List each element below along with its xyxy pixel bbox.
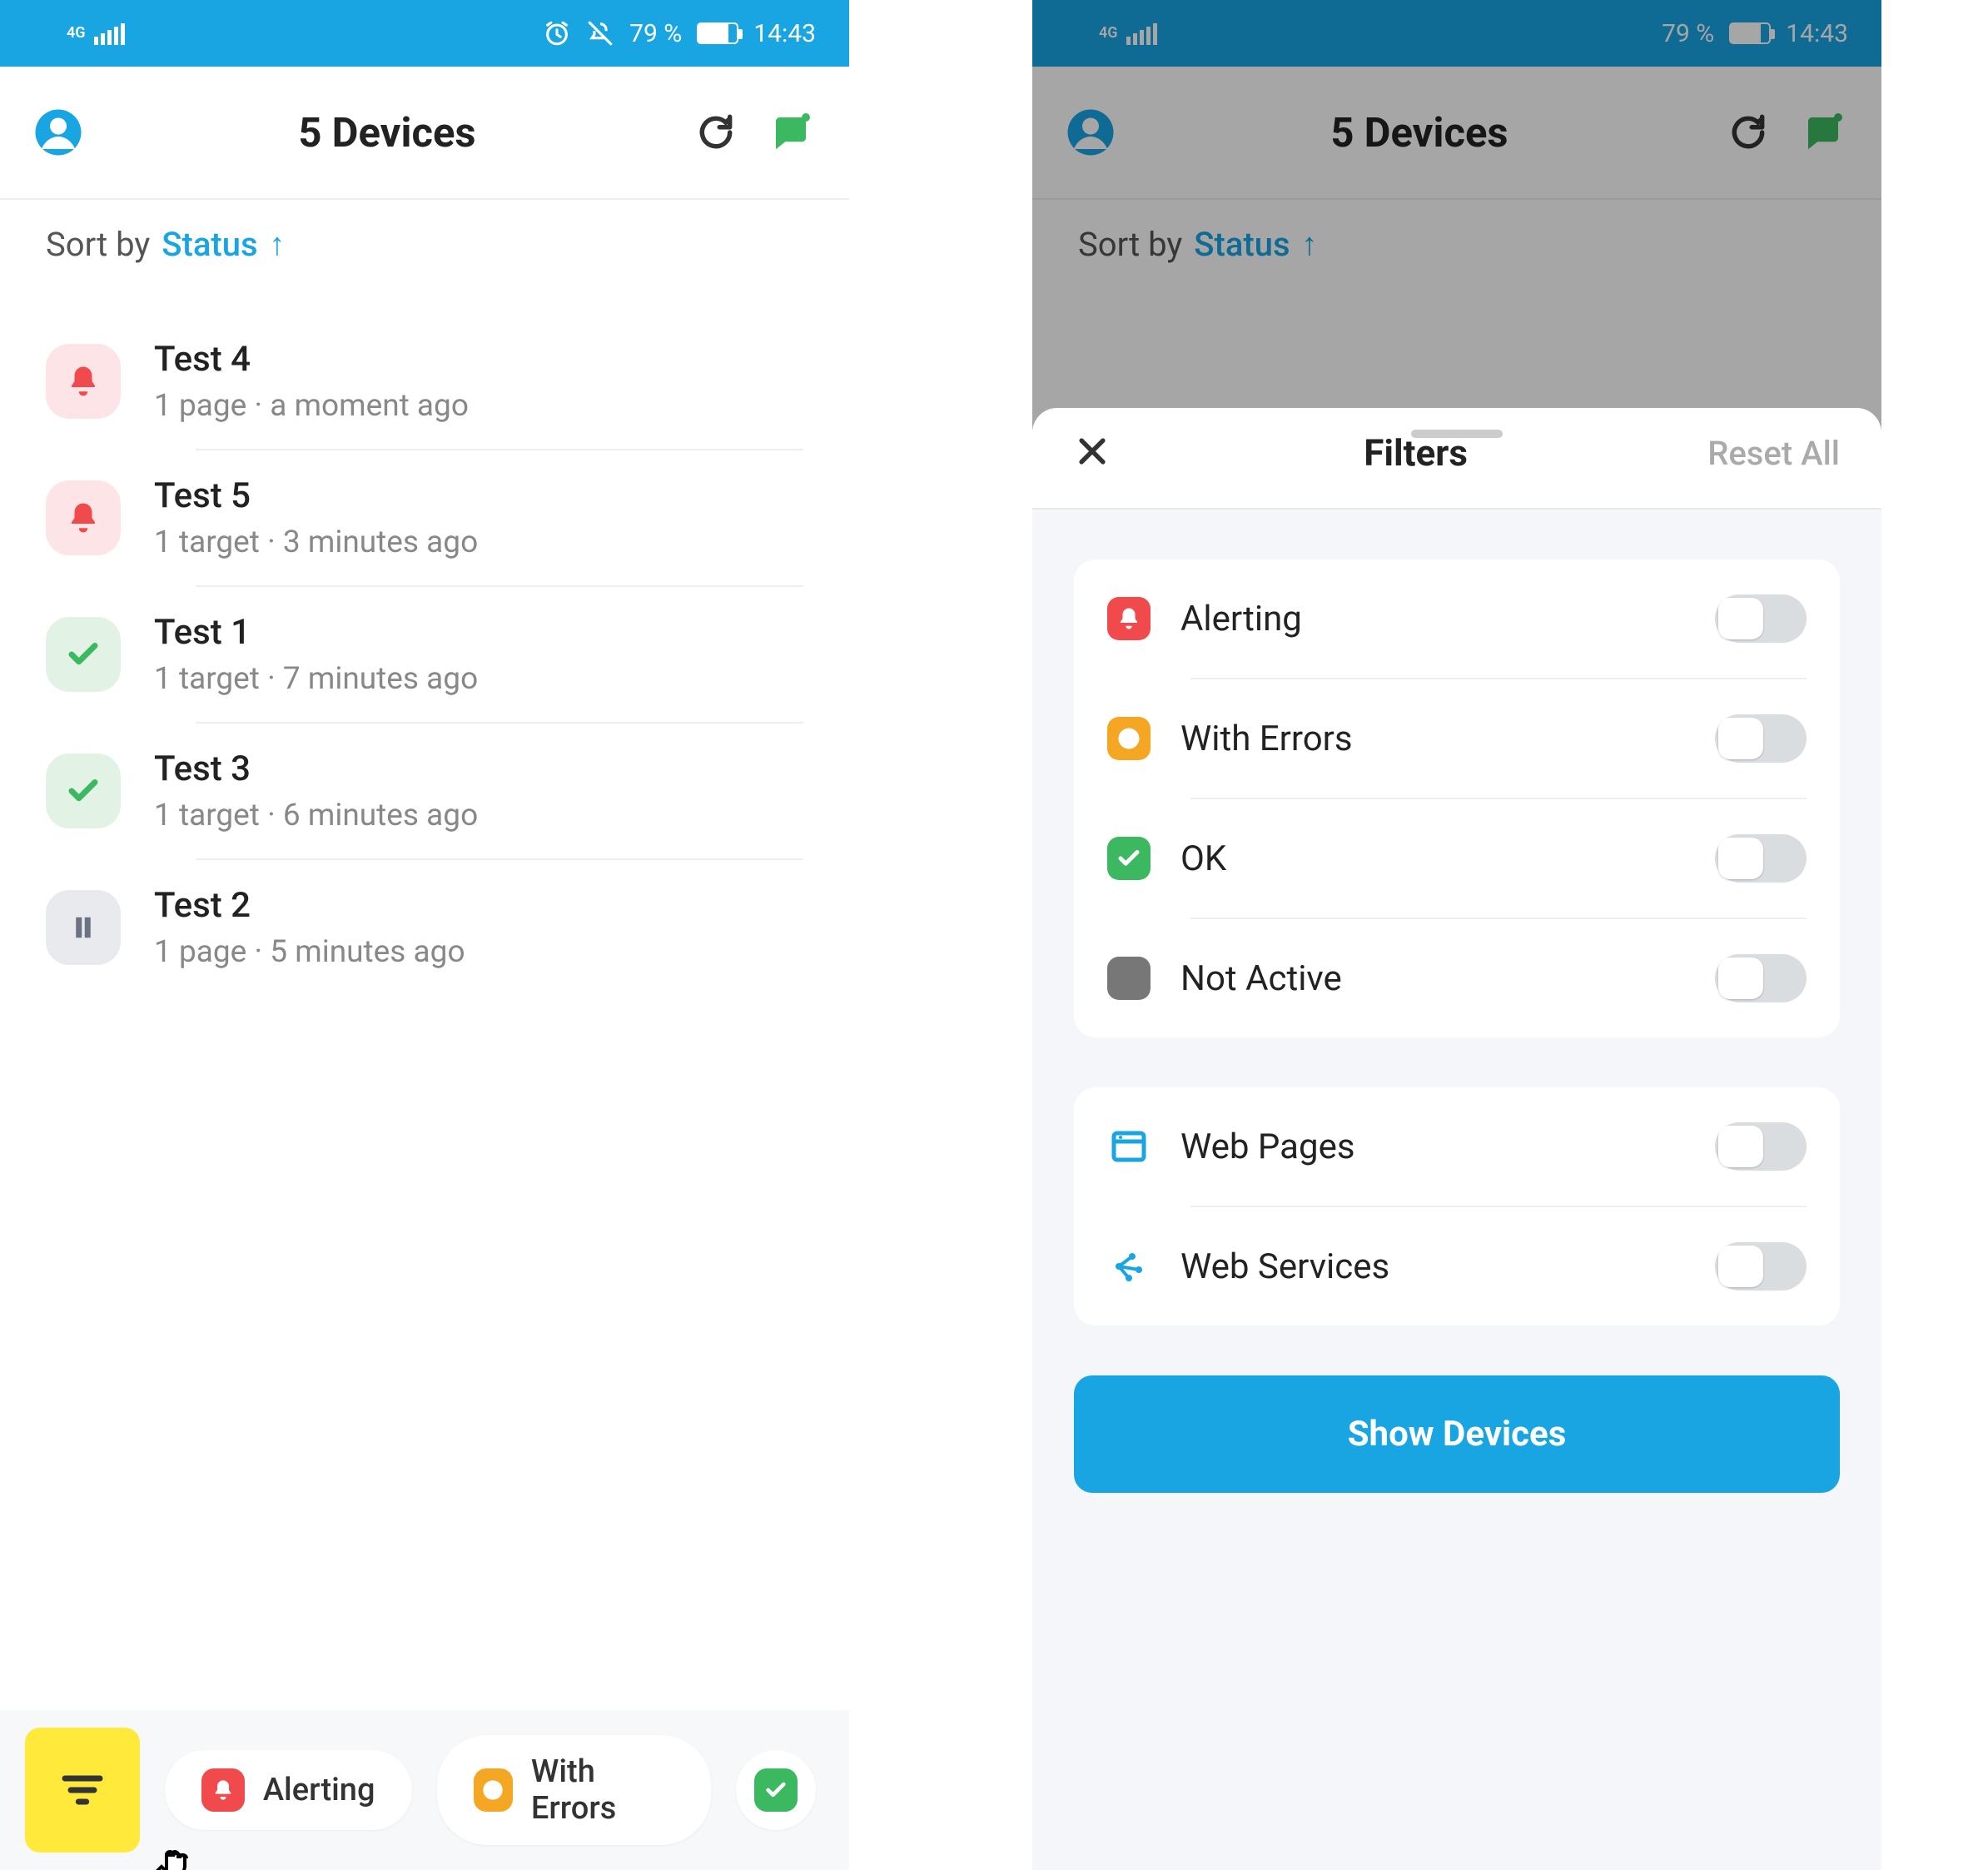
filter-row-notactive[interactable]: Not Active — [1107, 919, 1807, 1037]
filter-row-ok[interactable]: OK — [1107, 799, 1807, 918]
chat-button[interactable] — [766, 107, 816, 157]
filter-icon — [59, 1767, 106, 1813]
chip-ok[interactable] — [736, 1750, 816, 1830]
device-row[interactable]: Test 1 1 target · 7 minutes ago — [46, 587, 803, 722]
filter-label: Web Services — [1180, 1246, 1685, 1287]
device-name: Test 4 — [154, 339, 803, 380]
filter-button[interactable] — [25, 1728, 140, 1853]
device-name: Test 1 — [154, 612, 803, 653]
device-row[interactable]: Test 2 1 page · 5 minutes ago — [46, 860, 803, 995]
reset-all-button[interactable]: Reset All — [1707, 434, 1840, 473]
toggle[interactable] — [1715, 834, 1807, 883]
device-sub: 1 target · 7 minutes ago — [154, 661, 803, 697]
clock: 14:43 — [753, 19, 816, 48]
show-devices-button[interactable]: Show Devices — [1074, 1375, 1840, 1493]
device-sub: 1 target · 6 minutes ago — [154, 798, 803, 833]
pause-icon — [66, 910, 101, 945]
filter-label: OK — [1180, 838, 1685, 879]
show-card: Show Devices — [1074, 1375, 1840, 1493]
device-row[interactable]: Test 3 1 target · 6 minutes ago — [46, 724, 803, 858]
device-name: Test 2 — [154, 885, 803, 926]
page-title: 5 Devices — [83, 109, 691, 157]
sort-value: Status — [162, 225, 257, 264]
chip-errors[interactable]: With Errors — [437, 1735, 712, 1845]
check-icon — [66, 773, 101, 808]
drag-handle[interactable] — [1411, 430, 1503, 438]
bell-icon — [201, 1768, 245, 1812]
screen-filters-sheet: 4G 79 % 14:43 5 Devices Sort by Status ↑ — [1032, 0, 1881, 1870]
device-row[interactable]: Test 4 1 page · a moment ago — [46, 314, 803, 449]
filter-row-webpages[interactable]: Web Pages — [1107, 1087, 1807, 1206]
battery-percent: 79 % — [629, 19, 682, 48]
status-badge-ok — [46, 617, 121, 692]
filter-row-webservices[interactable]: Web Services — [1107, 1207, 1807, 1325]
alarm-icon — [543, 19, 571, 47]
device-list: Test 4 1 page · a moment ago Test 5 1 ta… — [0, 297, 849, 995]
status-badge-ok — [46, 753, 121, 828]
filter-label: Not Active — [1180, 958, 1685, 999]
webpage-icon — [1107, 1125, 1151, 1168]
toggle[interactable] — [1715, 594, 1807, 643]
device-name: Test 3 — [154, 748, 803, 789]
check-icon — [754, 1768, 798, 1812]
mute-icon — [586, 19, 614, 47]
status-badge-pause — [46, 890, 121, 965]
bell-icon — [66, 500, 101, 535]
device-row[interactable]: Test 5 1 target · 3 minutes ago — [46, 450, 803, 585]
device-sub: 1 target · 3 minutes ago — [154, 525, 803, 560]
filter-label: With Errors — [1180, 719, 1685, 759]
net-type: 4G — [67, 26, 86, 41]
device-sub: 1 page · 5 minutes ago — [154, 934, 803, 970]
filter-card-status: Alerting With Errors OK — [1074, 560, 1840, 1037]
status-badge-alert — [46, 480, 121, 555]
signal-icon — [94, 22, 125, 45]
webservice-icon — [1107, 1245, 1151, 1288]
filter-label: Alerting — [1180, 599, 1685, 639]
toggle[interactable] — [1715, 714, 1807, 763]
filter-label: Web Pages — [1180, 1126, 1685, 1167]
profile-icon — [33, 107, 83, 157]
close-icon — [1074, 433, 1111, 470]
chip-alerting[interactable]: Alerting — [165, 1750, 412, 1830]
toggle[interactable] — [1715, 1242, 1807, 1291]
status-badge-alert — [46, 344, 121, 419]
filters-sheet: Filters Reset All Alerting With Errors — [1032, 408, 1881, 1870]
check-icon — [66, 637, 101, 672]
toggle[interactable] — [1715, 1122, 1807, 1171]
chat-icon — [768, 110, 813, 155]
sort-label: Sort by — [46, 225, 150, 264]
bell-icon — [1107, 597, 1151, 640]
sheet-header: Filters Reset All — [1032, 408, 1881, 510]
device-sub: 1 page · a moment ago — [154, 388, 803, 424]
refresh-icon — [695, 112, 737, 153]
battery-icon — [697, 22, 738, 44]
filter-card-type: Web Pages Web Services — [1074, 1087, 1840, 1325]
filter-row-errors[interactable]: With Errors — [1107, 679, 1807, 798]
filter-chip-bar: Alerting With Errors — [0, 1710, 849, 1870]
android-status-bar: 4G 79 % 14:43 — [0, 0, 849, 67]
chip-label: Alerting — [263, 1772, 375, 1808]
close-button[interactable] — [1074, 433, 1124, 473]
screen-device-list: 4G 79 % 14:43 5 Devices Sort by Status ↑ — [0, 0, 849, 1870]
app-header: 5 Devices — [0, 67, 849, 200]
device-name: Test 5 — [154, 475, 803, 516]
profile-button[interactable] — [33, 107, 83, 157]
exclamation-icon — [474, 1768, 513, 1812]
toggle[interactable] — [1715, 954, 1807, 1002]
bell-icon — [66, 364, 101, 399]
exclamation-icon — [1107, 717, 1151, 760]
refresh-button[interactable] — [691, 107, 741, 157]
filter-row-alerting[interactable]: Alerting — [1107, 560, 1807, 678]
hand-cursor-icon — [143, 1843, 190, 1870]
sort-arrow-up-icon: ↑ — [270, 226, 286, 263]
sort-bar[interactable]: Sort by Status ↑ — [0, 200, 849, 297]
check-icon — [1107, 837, 1151, 880]
chip-label: With Errors — [531, 1753, 674, 1827]
square-icon — [1107, 957, 1151, 1000]
